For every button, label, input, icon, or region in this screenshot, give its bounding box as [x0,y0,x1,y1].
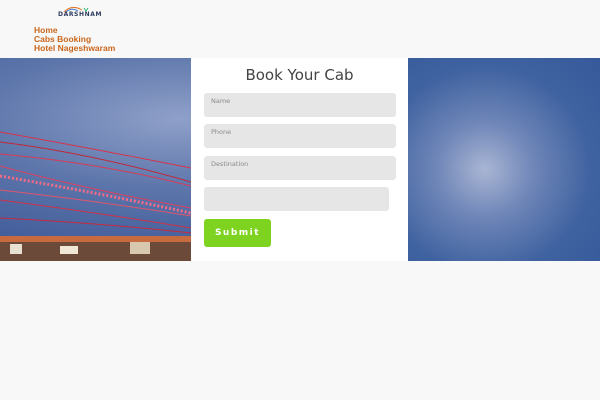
extra-field[interactable] [204,187,389,211]
name-field[interactable]: Name [204,93,396,117]
phone-placeholder: Phone [211,128,232,136]
logo-text: DARSHNAM [58,11,103,18]
destination-placeholder: Destination [211,160,249,168]
phone-field[interactable]: Phone [204,124,396,148]
book-cab-form: Book Your Cab Name Phone Destination Sub… [191,58,408,261]
site-header: DARSHNAM Home Cabs Booking Hotel Nageshw… [0,0,600,58]
submit-button[interactable]: Submit [204,219,271,247]
festival-flags-image [0,131,191,261]
destination-field[interactable]: Destination [204,156,396,180]
darshnam-logo[interactable]: DARSHNAM [58,4,101,20]
name-placeholder: Name [211,97,231,105]
nav-link-hotel-nageshwaram[interactable]: Hotel Nageshwaram [34,44,115,53]
main-nav: Home Cabs Booking Hotel Nageshwaram [34,26,115,53]
sky-image-right [408,58,600,261]
form-title: Book Your Cab [245,66,354,84]
